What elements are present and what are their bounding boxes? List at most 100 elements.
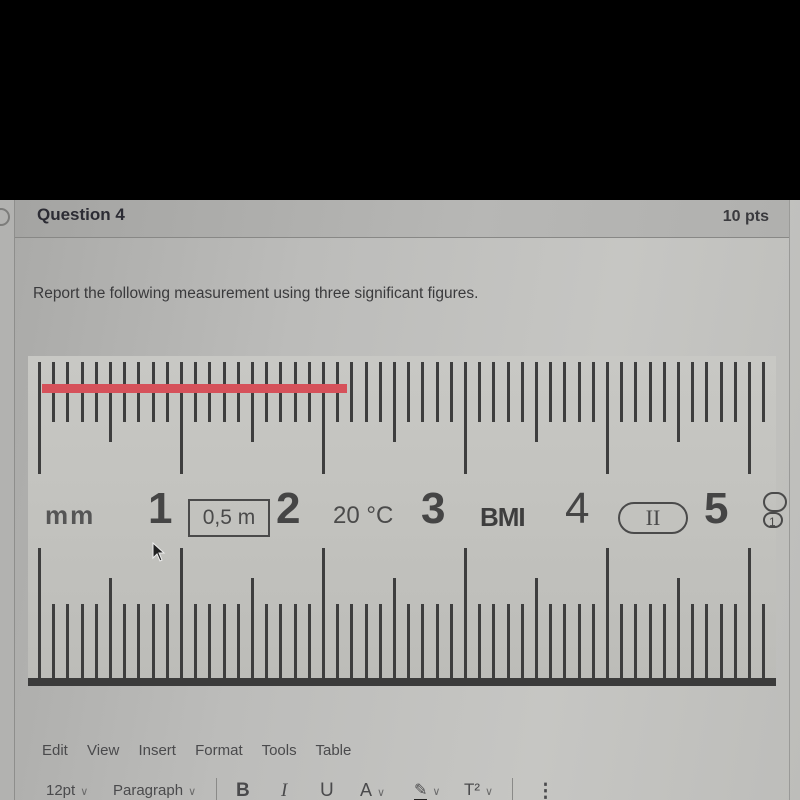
class-mark: II [618,502,688,534]
ruler-tick-bottom [577,604,581,678]
question-header: Question 4 10 pts [15,200,789,238]
ruler-tick-bottom [279,604,283,678]
ruler-tick-bottom [180,548,183,678]
ruler-tick-bottom [66,604,70,678]
ruler-tick-bottom [719,604,723,678]
menu-view[interactable]: View [87,742,119,759]
ruler-tick-bottom [478,604,482,678]
question-nav-icon[interactable] [0,204,14,230]
ruler-tick-bottom [109,578,112,678]
ruler-tick-top [705,362,709,422]
accuracy-box: 0,5 m [188,499,270,537]
toolbar-divider [512,778,513,800]
temperature-label: 20 °C [333,502,394,529]
ruler-tick-top [648,362,652,422]
ruler-tick-bottom [165,604,169,678]
ruler-tick-bottom [634,604,638,678]
menu-tools[interactable]: Tools [262,742,297,759]
ruler-tick-bottom [549,604,553,678]
ruler-tick-top [591,362,595,422]
ruler-tick-top [251,362,254,442]
ruler-tick-top [492,362,496,422]
highlight-button[interactable]: ✎ ∨ [414,780,440,800]
font-size-value: 12pt [46,782,76,799]
bold-button[interactable]: B [236,780,250,800]
italic-button[interactable]: I [281,780,287,800]
ruler-tick-bottom [506,604,510,678]
ruler-tick-top [563,362,567,422]
menu-format[interactable]: Format [195,742,243,759]
ruler-tick-bottom [251,578,254,678]
block-format-select[interactable]: Paragraph ∨ [113,782,196,799]
ruler-tick-top [435,362,439,422]
ruler-tick-bottom [705,604,709,678]
ruler-tick-bottom [336,604,340,678]
ruler: mm 1 0,5 m 2 20 °C 3 BMI 4 II 5 1 [28,356,787,686]
ruler-tick-bottom [307,604,311,678]
ruler-tick-bottom [222,604,226,678]
ruler-tick-bottom [492,604,496,678]
ruler-number-3: 3 [421,484,446,533]
ruler-image: mm 1 0,5 m 2 20 °C 3 BMI 4 II 5 1 [28,356,787,692]
ruler-tick-bottom [94,604,98,678]
font-size-select[interactable]: 12pt ∨ [46,782,88,799]
ruler-tick-bottom [591,604,595,678]
ruler-tick-top [464,362,467,474]
ruler-tick-top [662,362,666,422]
ruler-tick-bottom [421,604,425,678]
menu-insert[interactable]: Insert [138,742,176,759]
ruler-tick-top [520,362,524,422]
ruler-tick-top [393,362,396,442]
ruler-tick-top [733,362,737,422]
superscript-icon: T² [464,780,481,799]
ruler-tick-top [38,362,41,474]
ruler-tick-top [549,362,553,422]
ruler-tick-bottom [762,604,766,678]
highlighter-icon: ✎ [414,782,428,800]
menu-table[interactable]: Table [316,742,352,759]
ruler-tick-top [535,362,538,442]
text-color-icon: A [360,780,373,800]
ruler-number-4: 4 [565,484,590,533]
ruler-tick-top [180,362,183,474]
ruler-number-2: 2 [276,484,301,533]
ruler-tick-top [364,362,368,422]
ruler-tick-bottom [194,604,198,678]
ruler-tick-top [506,362,510,422]
ruler-tick-top [109,362,112,442]
ruler-tick-bottom [563,604,567,678]
question-prompt: Report the following measurement using t… [33,285,479,302]
ruler-tick-bottom [123,604,127,678]
chevron-down-icon: ∨ [188,786,197,798]
menu-edit[interactable]: Edit [42,742,68,759]
ruler-tick-bottom [606,548,609,678]
more-options-icon[interactable]: ⋮ [536,780,555,800]
superscript-button[interactable]: T² ∨ [464,780,493,800]
ruler-tick-bottom [435,604,439,678]
ruler-tick-bottom [52,604,56,678]
ruler-tick-top [577,362,581,422]
ruler-tick-bottom [137,604,141,678]
ruler-number-5: 5 [704,484,729,533]
ruler-tick-bottom [449,604,453,678]
text-color-button[interactable]: A ∨ [360,780,385,800]
block-format-value: Paragraph [113,782,184,799]
brand-label: BMI [480,502,526,532]
toolbar-divider [216,778,217,800]
ruler-tick-bottom [364,604,368,678]
ruler-tick-top [719,362,723,422]
ruler-tick-top [421,362,425,422]
ruler-tick-bottom [393,578,396,678]
ruler-tick-top [677,362,680,442]
chevron-down-icon: ∨ [485,786,494,798]
ruler-tick-bottom [535,578,538,678]
ruler-tick-bottom [520,604,524,678]
ruler-tick-top [691,362,695,422]
ruler-tick-top [322,362,325,474]
ruler-number-1: 1 [148,484,173,533]
underline-button[interactable]: U [320,780,334,800]
ruler-tick-top [378,362,382,422]
ruler-tick-top [748,362,751,474]
ruler-tick-bottom [748,548,751,678]
editor-menubar: Edit View Insert Format Tools Table [42,742,366,759]
